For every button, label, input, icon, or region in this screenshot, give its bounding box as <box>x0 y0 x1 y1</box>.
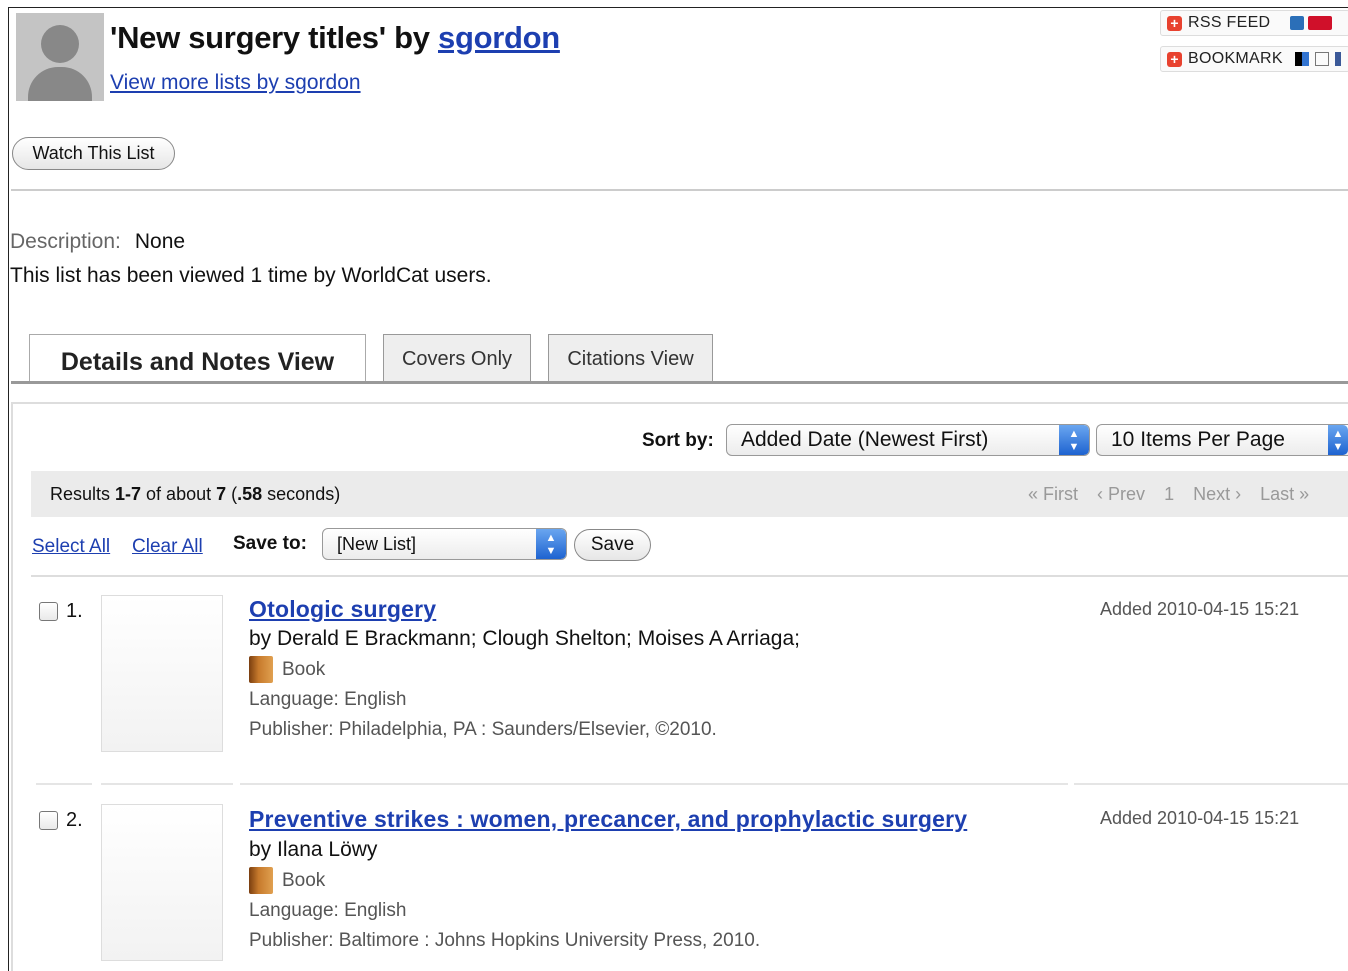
pager-page: 1 <box>1164 484 1175 504</box>
watch-list-button[interactable]: Watch This List <box>12 137 175 170</box>
save-to-select[interactable]: [New List] ▲ ▼ <box>322 528 567 560</box>
avatar <box>16 13 104 101</box>
yahoo-icon[interactable] <box>1308 16 1333 30</box>
digg-icon[interactable] <box>1314 52 1329 66</box>
item-authors: by Ilana Löwy <box>249 838 378 861</box>
book-icon <box>249 656 273 683</box>
per-page-select[interactable]: 10 Items Per Page ▲ ▼ <box>1096 424 1348 456</box>
sort-select[interactable]: Added Date (Newest First) ▲ ▼ <box>726 424 1090 456</box>
plus-icon: + <box>1167 51 1182 67</box>
tab-covers-only[interactable]: Covers Only <box>383 334 531 381</box>
page-title: 'New surgery titles' by sgordon <box>110 20 560 56</box>
delicious-icon[interactable] <box>1294 52 1309 66</box>
tab-citations-view[interactable]: Citations View <box>548 334 713 381</box>
bookmark-label: BOOKMARK <box>1188 50 1283 67</box>
item-type-label: Book <box>282 658 326 680</box>
more-lists-link[interactable]: View more lists by sgordon <box>110 71 361 95</box>
pager-next: Next › <box>1193 484 1242 504</box>
plus-icon: + <box>1167 15 1182 31</box>
divider <box>31 575 1348 577</box>
item-checkbox[interactable] <box>39 602 58 621</box>
select-arrows-icon: ▲ ▼ <box>1059 425 1089 455</box>
save-to-value: [New List] <box>337 534 417 554</box>
save-to-label: Save to: <box>233 533 307 554</box>
description: Description: None <box>10 230 185 254</box>
pager-last: Last » <box>1260 484 1310 504</box>
cover-image <box>101 595 223 752</box>
item-authors: by Derald E Brackmann; Clough Shelton; M… <box>249 627 800 650</box>
owner-link[interactable]: sgordon <box>438 20 560 55</box>
save-button[interactable]: Save <box>574 529 651 561</box>
select-arrows-icon: ▲ ▼ <box>1328 425 1348 455</box>
rss-feed-label: RSS FEED <box>1188 14 1271 31</box>
results-summary: Results 1-7 of about 7 (.58 seconds) <box>50 484 341 504</box>
item-number: 2. <box>66 809 83 831</box>
item-publisher: Publisher: Baltimore : Johns Hopkins Uni… <box>249 930 761 951</box>
book-icon <box>249 867 273 894</box>
item-number: 1. <box>66 600 83 622</box>
description-label: Description: <box>10 230 121 253</box>
item-checkbox[interactable] <box>39 811 58 830</box>
title-text: 'New surgery titles' by <box>110 20 438 55</box>
sort-label: Sort by: <box>642 430 714 451</box>
cover-image <box>101 804 223 961</box>
select-all-link[interactable]: Select All <box>32 536 110 558</box>
bookmark-button[interactable]: + BOOKMARK <box>1160 46 1348 72</box>
rss-feed-button[interactable]: + RSS FEED <box>1160 10 1348 36</box>
item-title-link[interactable]: Otologic surgery <box>249 596 436 623</box>
item-type-label: Book <box>282 869 326 891</box>
row-separator <box>240 783 1068 785</box>
pager-prev: ‹ Prev <box>1097 484 1146 504</box>
per-page-value: 10 Items Per Page <box>1111 428 1285 451</box>
divider <box>11 189 1348 191</box>
select-arrows-icon: ▲ ▼ <box>536 529 566 559</box>
item-language: Language: English <box>249 689 407 710</box>
view-count-text: This list has been viewed 1 time by Worl… <box>10 264 492 287</box>
clear-all-link[interactable]: Clear All <box>132 536 203 558</box>
row-separator <box>1074 783 1348 785</box>
item-language: Language: English <box>249 900 407 921</box>
pager: « First ‹ Prev 1 Next › Last » <box>1028 484 1323 505</box>
sort-selected-value: Added Date (Newest First) <box>741 428 989 451</box>
item-added-date: Added 2010-04-15 15:21 <box>1100 808 1300 828</box>
item-publisher: Publisher: Philadelphia, PA : Saunders/E… <box>249 719 717 740</box>
description-value: None <box>134 230 186 253</box>
facebook-icon[interactable] <box>1334 52 1341 66</box>
pager-first: « First <box>1028 484 1079 504</box>
bloglines-icon[interactable] <box>1290 16 1305 30</box>
item-type: Book <box>249 867 325 894</box>
row-separator <box>36 783 92 785</box>
tab-baseline <box>11 381 1348 384</box>
row-separator <box>101 783 233 785</box>
item-added-date: Added 2010-04-15 15:21 <box>1100 599 1300 619</box>
item-type: Book <box>249 656 325 683</box>
item-title-link[interactable]: Preventive strikes : women, precancer, a… <box>249 806 967 833</box>
tab-details-and-notes[interactable]: Details and Notes View <box>29 334 366 384</box>
